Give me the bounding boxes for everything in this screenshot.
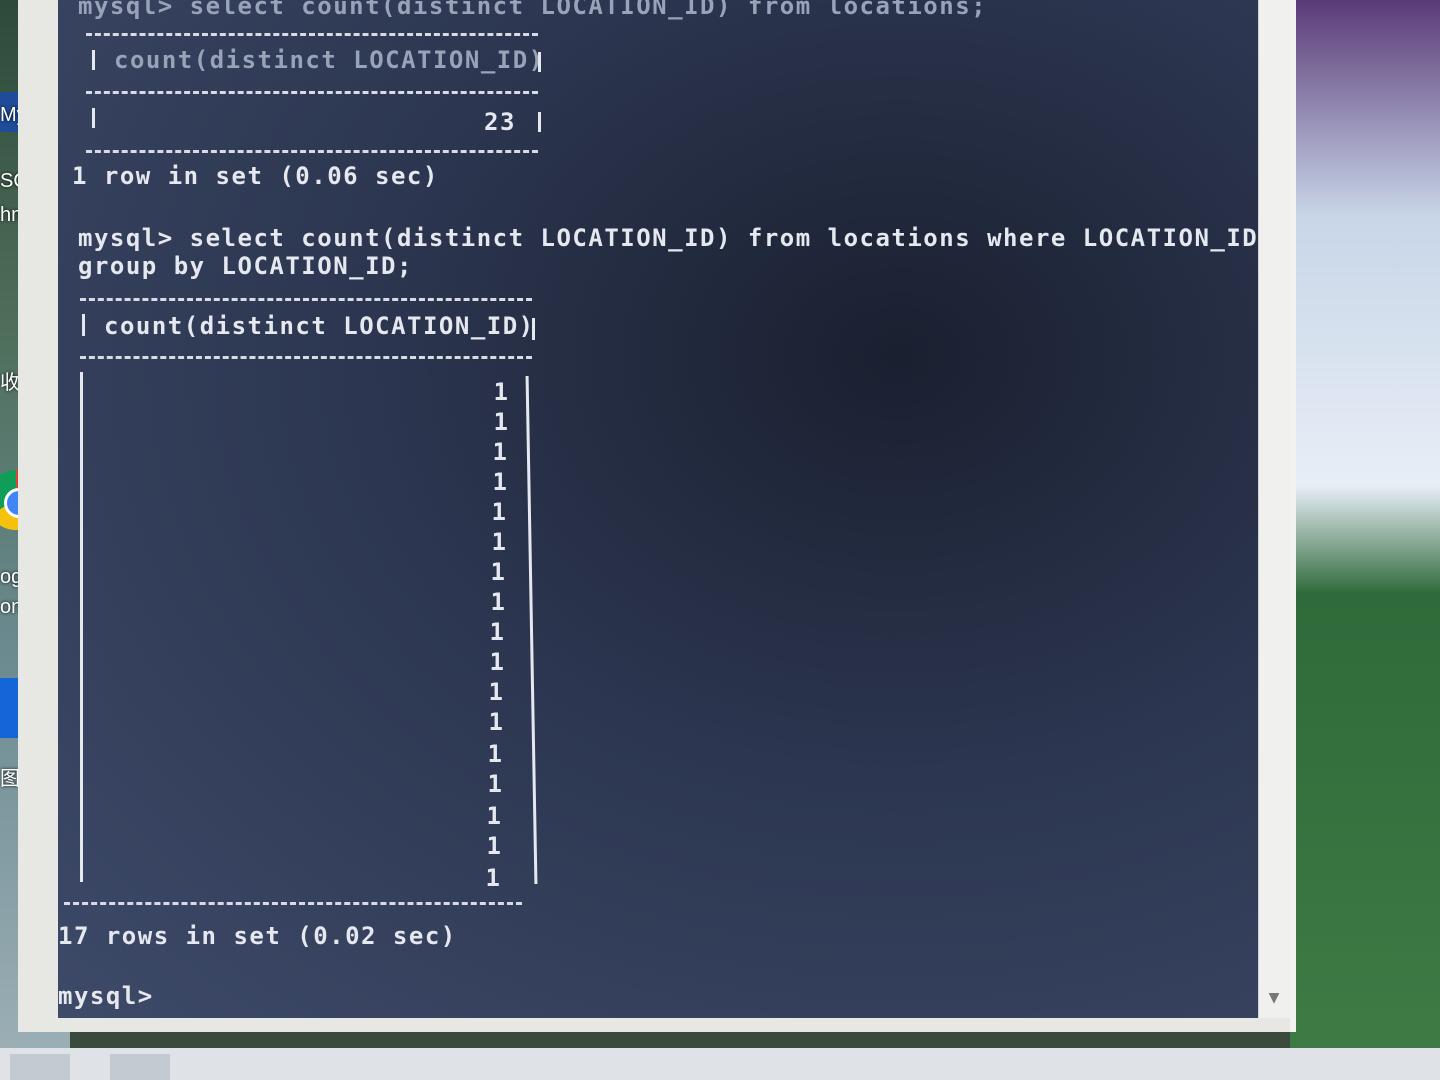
table-border-right [538, 112, 541, 132]
table-border-mid [86, 91, 538, 94]
table-cell: 1 [487, 770, 502, 798]
table-border-right [525, 376, 538, 884]
previous-query-line: mysql> select count(distinct LOCATION_ID… [78, 0, 988, 20]
table-border-right [532, 318, 535, 340]
table-cell: 1 [491, 528, 506, 556]
table-border-bottom [64, 902, 522, 905]
table-cell: 1 [485, 864, 500, 892]
mysql-prompt[interactable]: mysql> [58, 982, 154, 1010]
query-line-1: mysql> select count(distinct LOCATION_ID… [78, 224, 1258, 252]
taskbar [0, 1048, 1440, 1080]
app-icon[interactable] [0, 678, 20, 738]
table-cell: 1 [487, 740, 502, 768]
console-window: mysql> select count(distinct LOCATION_ID… [18, 0, 1296, 1032]
terminal-screen[interactable]: mysql> select count(distinct LOCATION_ID… [58, 0, 1258, 1018]
vertical-scrollbar[interactable] [1258, 0, 1291, 1018]
scroll-down-arrow-icon[interactable]: ▼ [1262, 990, 1286, 1010]
table-border-top [80, 298, 532, 301]
table-border-right [538, 52, 541, 72]
table-border-bottom [86, 150, 538, 153]
table-cell: 1 [486, 832, 501, 860]
table-cell: 1 [492, 438, 507, 466]
table-border-left [92, 108, 95, 128]
table-cell: 1 [488, 708, 503, 736]
previous-table-header: count(distinct LOCATION_ID) [114, 46, 545, 74]
taskbar-button[interactable] [10, 1054, 70, 1080]
table-cell: 1 [489, 648, 504, 676]
table-border-mid [80, 356, 532, 359]
table-border-left [82, 314, 85, 336]
query-line-2: group by LOCATION_ID; [78, 252, 413, 280]
status-line: 17 rows in set (0.02 sec) [58, 922, 457, 950]
table-border-left [92, 50, 95, 70]
table-border-left [80, 372, 83, 882]
table-cell: 1 [486, 802, 501, 830]
background-photo [1290, 0, 1440, 1080]
previous-status-line: 1 row in set (0.06 sec) [72, 162, 439, 190]
table-cell: 1 [488, 678, 503, 706]
table-cell: 1 [489, 618, 504, 646]
table-cell: 1 [491, 498, 506, 526]
table-cell: 1 [493, 408, 508, 436]
result-table-header: count(distinct LOCATION_ID) [104, 312, 535, 340]
table-cell: 1 [490, 588, 505, 616]
table-cell: 1 [493, 378, 508, 406]
previous-result-value: 23 [484, 108, 516, 136]
table-cell: 1 [492, 468, 507, 496]
table-cell: 1 [490, 558, 505, 586]
table-border-top [86, 33, 538, 36]
taskbar-button[interactable] [110, 1054, 170, 1080]
